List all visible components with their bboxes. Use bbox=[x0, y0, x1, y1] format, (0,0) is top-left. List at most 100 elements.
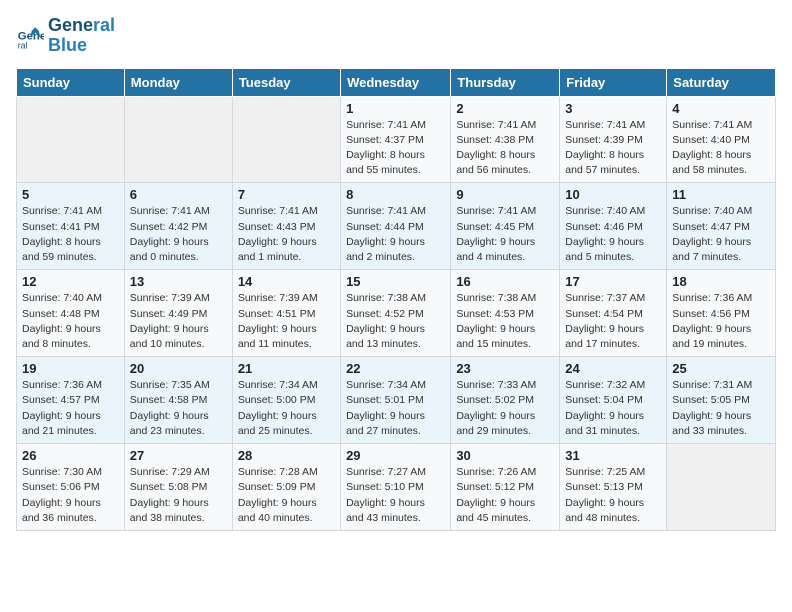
day-number: 12 bbox=[22, 274, 119, 289]
dow-header-friday: Friday bbox=[560, 68, 667, 96]
day-info: Sunrise: 7:41 AMSunset: 4:39 PMDaylight:… bbox=[565, 118, 661, 179]
day-info: Sunrise: 7:37 AMSunset: 4:54 PMDaylight:… bbox=[565, 291, 661, 352]
day-cell: 21 Sunrise: 7:34 AMSunset: 5:00 PMDayligh… bbox=[232, 357, 340, 444]
logo: Gene ral GeneralBlue bbox=[16, 16, 115, 56]
day-number: 6 bbox=[130, 187, 227, 202]
day-number: 17 bbox=[565, 274, 661, 289]
day-number: 14 bbox=[238, 274, 335, 289]
dow-header-wednesday: Wednesday bbox=[341, 68, 451, 96]
day-number: 7 bbox=[238, 187, 335, 202]
dow-header-thursday: Thursday bbox=[451, 68, 560, 96]
day-cell: 11 Sunrise: 7:40 AMSunset: 4:47 PMDayligh… bbox=[667, 183, 776, 270]
day-info: Sunrise: 7:32 AMSunset: 5:04 PMDaylight:… bbox=[565, 378, 661, 439]
day-cell: 4 Sunrise: 7:41 AMSunset: 4:40 PMDaylight… bbox=[667, 96, 776, 183]
day-number: 31 bbox=[565, 448, 661, 463]
day-info: Sunrise: 7:41 AMSunset: 4:45 PMDaylight:… bbox=[456, 204, 554, 265]
day-number: 3 bbox=[565, 101, 661, 116]
day-number: 30 bbox=[456, 448, 554, 463]
day-cell: 1 Sunrise: 7:41 AMSunset: 4:37 PMDaylight… bbox=[341, 96, 451, 183]
day-info: Sunrise: 7:27 AMSunset: 5:10 PMDaylight:… bbox=[346, 465, 445, 526]
dow-header-saturday: Saturday bbox=[667, 68, 776, 96]
day-number: 20 bbox=[130, 361, 227, 376]
logo-icon: Gene ral bbox=[16, 22, 44, 50]
day-info: Sunrise: 7:40 AMSunset: 4:47 PMDaylight:… bbox=[672, 204, 770, 265]
day-number: 21 bbox=[238, 361, 335, 376]
day-info: Sunrise: 7:25 AMSunset: 5:13 PMDaylight:… bbox=[565, 465, 661, 526]
day-cell: 5Sunrise: 7:41 AMSunset: 4:41 PMDaylight… bbox=[17, 183, 125, 270]
day-cell: 28 Sunrise: 7:28 AMSunset: 5:09 PMDayligh… bbox=[232, 444, 340, 531]
day-cell bbox=[124, 96, 232, 183]
day-number: 26 bbox=[22, 448, 119, 463]
day-number: 29 bbox=[346, 448, 445, 463]
day-cell: 13 Sunrise: 7:39 AMSunset: 4:49 PMDayligh… bbox=[124, 270, 232, 357]
day-cell: 29 Sunrise: 7:27 AMSunset: 5:10 PMDayligh… bbox=[341, 444, 451, 531]
day-number: 25 bbox=[672, 361, 770, 376]
day-cell: 7 Sunrise: 7:41 AMSunset: 4:43 PMDaylight… bbox=[232, 183, 340, 270]
day-cell bbox=[667, 444, 776, 531]
day-number: 1 bbox=[346, 101, 445, 116]
dow-header-tuesday: Tuesday bbox=[232, 68, 340, 96]
day-info: Sunrise: 7:36 AMSunset: 4:56 PMDaylight:… bbox=[672, 291, 770, 352]
day-info: Sunrise: 7:30 AMSunset: 5:06 PMDaylight:… bbox=[22, 465, 119, 526]
day-cell: 22 Sunrise: 7:34 AMSunset: 5:01 PMDayligh… bbox=[341, 357, 451, 444]
day-cell: 15Sunrise: 7:38 AMSunset: 4:52 PMDayligh… bbox=[341, 270, 451, 357]
day-cell: 25 Sunrise: 7:31 AMSunset: 5:05 PMDayligh… bbox=[667, 357, 776, 444]
day-number: 23 bbox=[456, 361, 554, 376]
day-cell: 14 Sunrise: 7:39 AMSunset: 4:51 PMDayligh… bbox=[232, 270, 340, 357]
dow-header-sunday: Sunday bbox=[17, 68, 125, 96]
day-number: 9 bbox=[456, 187, 554, 202]
day-cell: 24Sunrise: 7:32 AMSunset: 5:04 PMDayligh… bbox=[560, 357, 667, 444]
day-info: Sunrise: 7:39 AMSunset: 4:51 PMDaylight:… bbox=[238, 291, 335, 352]
day-number: 4 bbox=[672, 101, 770, 116]
day-cell: 3 Sunrise: 7:41 AMSunset: 4:39 PMDaylight… bbox=[560, 96, 667, 183]
day-cell: 18Sunrise: 7:36 AMSunset: 4:56 PMDayligh… bbox=[667, 270, 776, 357]
week-row-4: 19 Sunrise: 7:36 AMSunset: 4:57 PMDayligh… bbox=[17, 357, 776, 444]
day-cell: 12Sunrise: 7:40 AMSunset: 4:48 PMDayligh… bbox=[17, 270, 125, 357]
day-number: 11 bbox=[672, 187, 770, 202]
day-info: Sunrise: 7:34 AMSunset: 5:01 PMDaylight:… bbox=[346, 378, 445, 439]
day-cell: 16 Sunrise: 7:38 AMSunset: 4:53 PMDayligh… bbox=[451, 270, 560, 357]
week-row-2: 5Sunrise: 7:41 AMSunset: 4:41 PMDaylight… bbox=[17, 183, 776, 270]
day-cell: 23Sunrise: 7:33 AMSunset: 5:02 PMDayligh… bbox=[451, 357, 560, 444]
week-row-1: 1 Sunrise: 7:41 AMSunset: 4:37 PMDaylight… bbox=[17, 96, 776, 183]
day-info: Sunrise: 7:36 AMSunset: 4:57 PMDaylight:… bbox=[22, 378, 119, 439]
day-cell: 20Sunrise: 7:35 AMSunset: 4:58 PMDayligh… bbox=[124, 357, 232, 444]
day-number: 13 bbox=[130, 274, 227, 289]
day-info: Sunrise: 7:38 AMSunset: 4:52 PMDaylight:… bbox=[346, 291, 445, 352]
calendar-table: SundayMondayTuesdayWednesdayThursdayFrid… bbox=[16, 68, 776, 531]
day-number: 2 bbox=[456, 101, 554, 116]
day-cell bbox=[17, 96, 125, 183]
day-cell: 26 Sunrise: 7:30 AMSunset: 5:06 PMDayligh… bbox=[17, 444, 125, 531]
day-info: Sunrise: 7:29 AMSunset: 5:08 PMDaylight:… bbox=[130, 465, 227, 526]
day-cell: 10Sunrise: 7:40 AMSunset: 4:46 PMDayligh… bbox=[560, 183, 667, 270]
day-number: 8 bbox=[346, 187, 445, 202]
day-cell: 6 Sunrise: 7:41 AMSunset: 4:42 PMDaylight… bbox=[124, 183, 232, 270]
day-info: Sunrise: 7:31 AMSunset: 5:05 PMDaylight:… bbox=[672, 378, 770, 439]
day-info: Sunrise: 7:39 AMSunset: 4:49 PMDaylight:… bbox=[130, 291, 227, 352]
day-cell bbox=[232, 96, 340, 183]
day-number: 19 bbox=[22, 361, 119, 376]
day-number: 27 bbox=[130, 448, 227, 463]
day-cell: 27 Sunrise: 7:29 AMSunset: 5:08 PMDayligh… bbox=[124, 444, 232, 531]
day-cell: 31 Sunrise: 7:25 AMSunset: 5:13 PMDayligh… bbox=[560, 444, 667, 531]
svg-text:ral: ral bbox=[18, 40, 28, 50]
day-info: Sunrise: 7:41 AMSunset: 4:43 PMDaylight:… bbox=[238, 204, 335, 265]
day-info: Sunrise: 7:34 AMSunset: 5:00 PMDaylight:… bbox=[238, 378, 335, 439]
day-info: Sunrise: 7:41 AMSunset: 4:44 PMDaylight:… bbox=[346, 204, 445, 265]
week-row-5: 26 Sunrise: 7:30 AMSunset: 5:06 PMDayligh… bbox=[17, 444, 776, 531]
day-info: Sunrise: 7:41 AMSunset: 4:42 PMDaylight:… bbox=[130, 204, 227, 265]
day-info: Sunrise: 7:41 AMSunset: 4:37 PMDaylight:… bbox=[346, 118, 445, 179]
day-info: Sunrise: 7:41 AMSunset: 4:41 PMDaylight:… bbox=[22, 204, 119, 265]
day-info: Sunrise: 7:28 AMSunset: 5:09 PMDaylight:… bbox=[238, 465, 335, 526]
day-number: 28 bbox=[238, 448, 335, 463]
day-cell: 17 Sunrise: 7:37 AMSunset: 4:54 PMDayligh… bbox=[560, 270, 667, 357]
day-info: Sunrise: 7:41 AMSunset: 4:40 PMDaylight:… bbox=[672, 118, 770, 179]
day-cell: 9 Sunrise: 7:41 AMSunset: 4:45 PMDaylight… bbox=[451, 183, 560, 270]
page-header: Gene ral GeneralBlue bbox=[16, 16, 776, 56]
day-cell: 2Sunrise: 7:41 AMSunset: 4:38 PMDaylight… bbox=[451, 96, 560, 183]
day-number: 22 bbox=[346, 361, 445, 376]
dow-header-monday: Monday bbox=[124, 68, 232, 96]
day-number: 16 bbox=[456, 274, 554, 289]
day-cell: 30Sunrise: 7:26 AMSunset: 5:12 PMDayligh… bbox=[451, 444, 560, 531]
day-info: Sunrise: 7:38 AMSunset: 4:53 PMDaylight:… bbox=[456, 291, 554, 352]
